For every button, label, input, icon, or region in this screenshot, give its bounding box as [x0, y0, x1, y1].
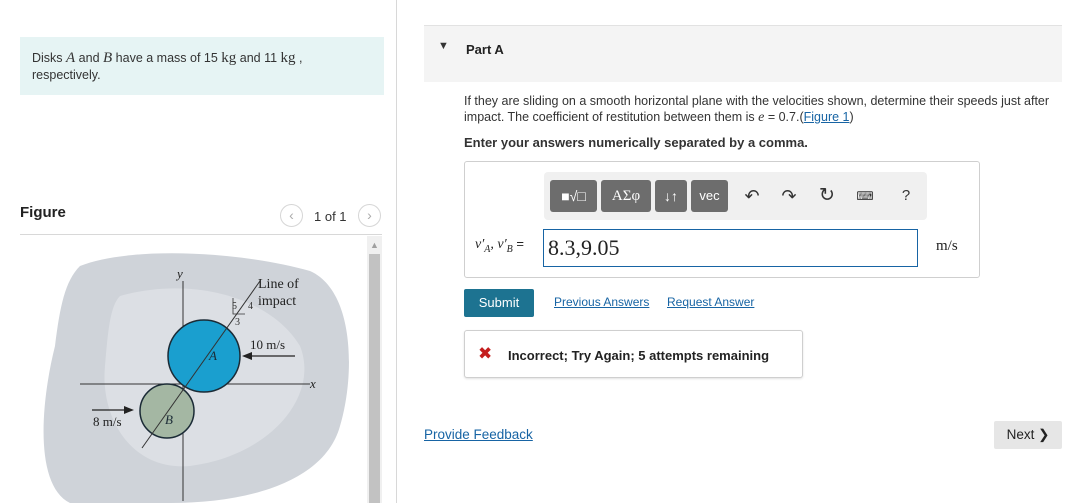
- va-symbol: v′: [475, 237, 485, 252]
- problem-text: and: [75, 51, 104, 65]
- velocity-a-label: 10 m/s: [250, 337, 285, 352]
- keyboard-icon[interactable]: ⌨: [852, 181, 878, 211]
- question-body: If they are sliding on a smooth horizont…: [464, 94, 1050, 124]
- disk-a: [167, 319, 241, 393]
- x-axis-label: x: [309, 376, 316, 391]
- question-text: If they are sliding on a smooth horizont…: [464, 93, 1054, 126]
- slope-label-3: 3: [235, 317, 240, 328]
- figure-link[interactable]: Figure 1: [804, 110, 850, 124]
- disk-a-symbol: A: [66, 50, 76, 66]
- vb-symbol: v′: [497, 237, 507, 252]
- error-icon: ✖: [478, 344, 493, 363]
- line-of-impact-label: impact: [258, 294, 296, 309]
- answer-unit: m/s: [936, 238, 958, 254]
- next-button[interactable]: Next ❯: [994, 421, 1062, 449]
- column-divider: [396, 0, 397, 503]
- submit-button[interactable]: Submit: [464, 289, 534, 317]
- velocity-b-label: 8 m/s: [93, 414, 122, 429]
- request-answer-link[interactable]: Request Answer: [667, 295, 754, 309]
- slope-label-4: 4: [248, 301, 253, 312]
- provide-feedback-link[interactable]: Provide Feedback: [424, 427, 533, 442]
- greek-symbols-button[interactable]: ΑΣφ: [601, 180, 651, 212]
- help-icon[interactable]: ?: [893, 181, 919, 211]
- question-body: = 0.7.: [764, 110, 800, 124]
- feedback-text: Incorrect; Try Again; 5 attempts remaini…: [508, 348, 770, 363]
- part-header[interactable]: [424, 25, 1062, 82]
- chevron-right-icon[interactable]: ›: [358, 204, 381, 227]
- unit-kg: kg: [221, 50, 237, 66]
- problem-text: ,: [295, 51, 303, 65]
- problem-statement: Disks A and B have a mass of 15 kg and 1…: [20, 37, 384, 95]
- paren: ): [849, 110, 854, 124]
- line-of-impact-label: Line of: [258, 277, 299, 292]
- equals-sign: =: [512, 236, 524, 251]
- vector-button[interactable]: vec: [691, 180, 728, 212]
- reset-icon[interactable]: ↻: [814, 181, 840, 211]
- disk-b-symbol: B: [103, 50, 113, 66]
- disk-b: [139, 383, 195, 439]
- disk-a-label: A: [208, 348, 217, 363]
- scrollbar-thumb[interactable]: [369, 254, 380, 503]
- redo-icon[interactable]: ↷: [776, 181, 802, 211]
- figure-pager: 1 of 1: [314, 209, 347, 224]
- answer-label: v′A, v′B =: [475, 236, 524, 255]
- problem-text: respectively.: [32, 68, 101, 82]
- problem-text: have a mass of 15: [112, 51, 222, 65]
- templates-button[interactable]: ■√□: [550, 180, 597, 212]
- part-title[interactable]: Part A: [466, 42, 504, 57]
- chevron-left-icon[interactable]: ‹: [280, 204, 303, 227]
- undo-icon[interactable]: ↶: [739, 181, 765, 211]
- caret-down-icon[interactable]: ▼: [438, 40, 449, 52]
- figure-title: Figure: [20, 204, 66, 221]
- problem-text: Disks: [32, 51, 67, 65]
- slope-label-5: 5: [232, 301, 237, 312]
- divider: [20, 234, 382, 235]
- arrows-button[interactable]: ↓↑: [655, 180, 687, 212]
- figure-diagram: y x A B 5 4 3 Line of impact 10 m/s 8 m/…: [43, 253, 349, 503]
- answer-input[interactable]: [543, 229, 918, 267]
- previous-answers-link[interactable]: Previous Answers: [554, 295, 649, 309]
- problem-text: and 11: [236, 51, 281, 65]
- instruction: Enter your answers numerically separated…: [464, 135, 808, 150]
- scroll-up-icon[interactable]: ▲: [367, 238, 382, 252]
- y-axis-label: y: [175, 266, 183, 281]
- unit-kg: kg: [280, 50, 296, 66]
